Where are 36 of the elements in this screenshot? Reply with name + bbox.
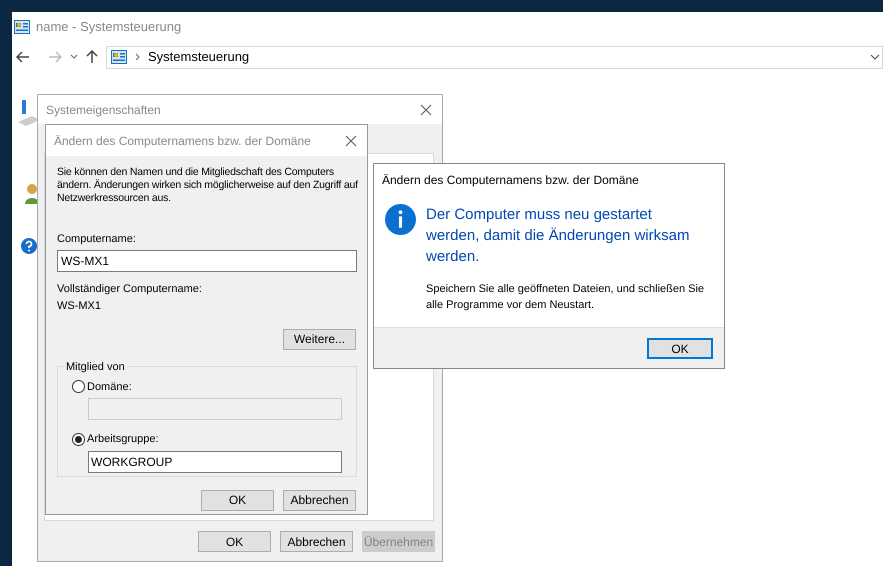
up-arrow-icon[interactable] xyxy=(86,50,98,64)
description-text: Sie können den Namen und die Mitgliedschaft des Computers ändern. Änderungen wirken sich möglicherweise auf den Zugriff auf Netzwerkressourcen aus. xyxy=(57,166,359,205)
dialog-button[interactable]: OK xyxy=(198,531,271,552)
back-arrow-icon[interactable] xyxy=(16,51,30,63)
chevron-down-icon[interactable] xyxy=(870,54,880,60)
message-title: Ändern des Computernamens bzw. der Domäne xyxy=(382,172,639,188)
field-label: Vollständiger Computername: xyxy=(57,282,203,296)
window-title: name - Systemsteuerung xyxy=(36,18,182,36)
chevron-right-icon xyxy=(135,53,140,61)
dialog-button[interactable]: OK xyxy=(201,490,274,510)
control-panel-icon xyxy=(14,20,30,34)
close-icon[interactable] xyxy=(420,104,432,116)
detail-text: Speichern Sie alle geöffneten Dateien, und schließen Sie alle Programme vor dem Neustart. xyxy=(426,282,706,313)
chevron-down-icon[interactable] xyxy=(70,54,78,60)
help-icon[interactable] xyxy=(21,238,37,254)
field-label: Computername: xyxy=(57,232,137,247)
address-text: Systemsteuerung xyxy=(148,48,250,66)
text-field[interactable]: WORKGROUP xyxy=(88,450,342,472)
main-instruction: Der Computer muss neu gestartet werden, damit die Änderungen wirksam werden. xyxy=(426,205,690,267)
dialog-title: Ändern des Computernamens bzw. der Domäne xyxy=(54,132,311,150)
dialog-button[interactable]: Abbrechen xyxy=(283,490,356,510)
more-button[interactable]: Weitere... xyxy=(283,328,356,350)
info-icon xyxy=(385,204,416,235)
radio-button[interactable] xyxy=(72,432,85,446)
radio-label: Domäne: xyxy=(87,380,132,394)
radio-label: Arbeitsgruppe: xyxy=(87,432,159,447)
full-name-text: WS-MX1 xyxy=(57,299,102,314)
dialog-title: Systemeigenschaften xyxy=(46,102,161,118)
computer-name-field[interactable]: WS-MX1 xyxy=(57,250,357,272)
control-panel-icon xyxy=(111,50,127,64)
address-bar[interactable]: Systemsteuerung xyxy=(106,46,883,68)
ok-button[interactable]: OK xyxy=(647,338,713,358)
dialog-button[interactable]: Abbrechen xyxy=(280,531,353,552)
close-icon[interactable] xyxy=(345,134,357,146)
user-icon xyxy=(24,182,40,204)
radio-button[interactable] xyxy=(72,380,85,394)
